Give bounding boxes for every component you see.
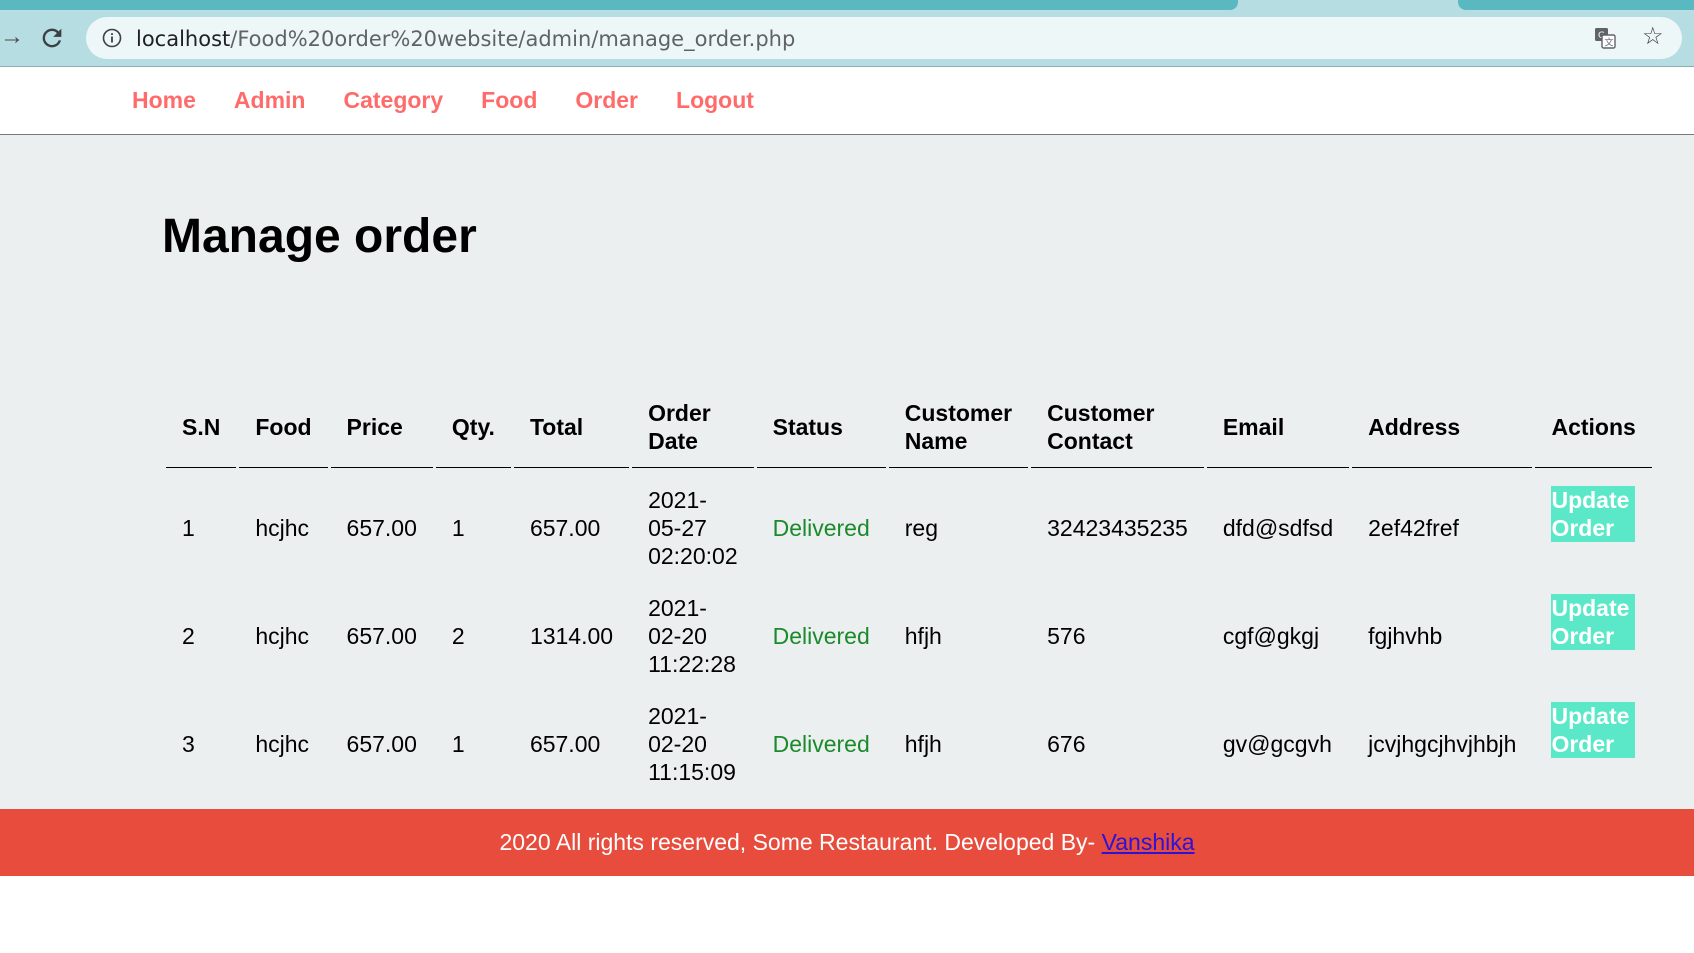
cell-email: cgf@gkgj	[1222, 623, 1320, 649]
order-time: 11:15:09	[648, 759, 736, 785]
cell-status: Delivered	[772, 731, 870, 757]
table-header-row: S.N Food Price Qty. Total Order Date Sta…	[166, 385, 1652, 468]
cell-email: gv@gcgvh	[1222, 731, 1332, 757]
col-total-header: Total	[513, 385, 630, 468]
cell-total: 657.00	[529, 515, 601, 541]
cell-status: Delivered	[772, 623, 870, 649]
col-customer-name-header: Customer Name	[888, 385, 1029, 468]
col-qty-header: Qty.	[435, 385, 511, 468]
cell-price: 657.00	[346, 623, 417, 649]
cell-actions: Update Order	[1535, 578, 1651, 686]
cell-address: jcvjhgcjhvjhbjh	[1368, 731, 1517, 757]
cell-sn: 3	[182, 731, 195, 757]
cell-address: fgjhvhb	[1368, 623, 1443, 649]
browser-toolbar: → localhost/Food%20order%20website/admin…	[0, 10, 1694, 66]
translate-icon[interactable]: G 文	[1594, 27, 1616, 49]
browser-tab-strip	[0, 0, 1694, 10]
info-icon[interactable]	[102, 28, 122, 48]
col-actions-header: Actions	[1535, 385, 1652, 468]
menu-item-category[interactable]: Category	[343, 87, 443, 113]
cell-total: 657.00	[529, 731, 601, 757]
cell-food: hcjhc	[255, 623, 310, 649]
url-path: /Food%20order%20website/admin/manage_ord…	[230, 27, 796, 51]
update-order-button[interactable]: Update Order	[1551, 594, 1636, 650]
table-row: 1 hcjhc 657.00 1 657.00 2021-05-27 02:20:…	[166, 468, 1652, 578]
footer: 2020 All rights reserved, Some Restauran…	[0, 809, 1694, 876]
update-order-button[interactable]: Update Order	[1551, 486, 1636, 542]
cell-customer-contact: 32423435235	[1047, 515, 1188, 541]
menu-item-home[interactable]: Home	[132, 87, 196, 113]
cell-order-date: 2021-02-20 11:22:28	[632, 578, 754, 686]
cell-sn: 2	[182, 623, 195, 649]
url-text: localhost/Food%20order%20website/admin/m…	[136, 27, 795, 51]
table-row: 2 hcjhc 657.00 2 1314.00 2021-02-20 11:22…	[166, 578, 1652, 686]
cell-sn: 1	[182, 515, 195, 541]
cell-address: 2ef42fref	[1368, 515, 1459, 541]
cell-qty: 1	[451, 731, 465, 757]
col-status-header: Status	[756, 385, 886, 468]
cell-status: Delivered	[772, 515, 870, 541]
orders-table: S.N Food Price Qty. Total Order Date Sta…	[163, 385, 1655, 794]
cell-customer-contact: 576	[1047, 623, 1086, 649]
col-email-header: Email	[1206, 385, 1350, 468]
cell-order-date: 2021-02-20 11:15:09	[632, 686, 754, 794]
footer-developer-link[interactable]: Vanshika	[1102, 829, 1195, 855]
cell-customer-name: hfjh	[904, 623, 942, 649]
cell-price: 657.00	[346, 731, 417, 757]
cell-food: hcjhc	[255, 515, 310, 541]
main-content: Manage order S.N Food Price Qty. Total O…	[0, 135, 1694, 809]
cell-email: dfd@sdfsd	[1222, 515, 1334, 541]
table-row: 3 hcjhc 657.00 1 657.00 2021-02-20 11:15:…	[166, 686, 1652, 794]
order-time: 02:20:02	[648, 543, 738, 569]
cell-actions: Update Order	[1535, 686, 1651, 794]
menu-item-food[interactable]: Food	[481, 87, 537, 113]
svg-text:文: 文	[1605, 37, 1614, 49]
col-price-header: Price	[330, 385, 433, 468]
cell-qty: 1	[451, 515, 465, 541]
cell-actions: Update Order	[1535, 468, 1651, 578]
col-food-header: Food	[239, 385, 328, 468]
cell-customer-contact: 676	[1047, 731, 1086, 757]
update-order-button[interactable]: Update Order	[1551, 702, 1636, 758]
col-customer-contact-header: Customer Contact	[1031, 385, 1204, 468]
footer-text: 2020 All rights reserved, Some Restauran…	[499, 829, 1102, 855]
cell-price: 657.00	[346, 515, 417, 541]
cell-qty: 2	[451, 623, 465, 649]
menu-item-order[interactable]: Order	[575, 87, 638, 113]
cell-customer-name: hfjh	[904, 731, 942, 757]
order-date: 2021-05-27	[648, 487, 707, 541]
order-date: 2021-02-20	[648, 703, 707, 757]
menu-item-logout[interactable]: Logout	[676, 87, 754, 113]
order-time: 11:22:28	[648, 651, 736, 677]
col-sn-header: S.N	[166, 385, 237, 468]
col-order-date-header: Order Date	[632, 385, 754, 468]
star-icon[interactable]: ☆	[1642, 25, 1666, 49]
address-bar[interactable]: localhost/Food%20order%20website/admin/m…	[86, 17, 1682, 59]
cell-food: hcjhc	[255, 731, 310, 757]
browser-tab-active[interactable]	[0, 0, 1238, 10]
menu-list: Home Admin Category Food Order Logout	[132, 87, 792, 114]
top-menu: Home Admin Category Food Order Logout	[0, 67, 1694, 135]
page-title: Manage order	[162, 210, 477, 263]
col-address-header: Address	[1352, 385, 1533, 468]
cell-total: 1314.00	[529, 623, 614, 649]
reload-icon[interactable]	[38, 24, 66, 52]
back-arrow-icon[interactable]: →	[0, 23, 24, 51]
cell-order-date: 2021-05-27 02:20:02	[632, 468, 754, 578]
url-host: localhost	[136, 27, 231, 51]
menu-item-admin[interactable]: Admin	[234, 87, 306, 113]
cell-customer-name: reg	[904, 515, 939, 541]
order-date: 2021-02-20	[648, 595, 707, 649]
browser-tab[interactable]	[1458, 0, 1694, 10]
